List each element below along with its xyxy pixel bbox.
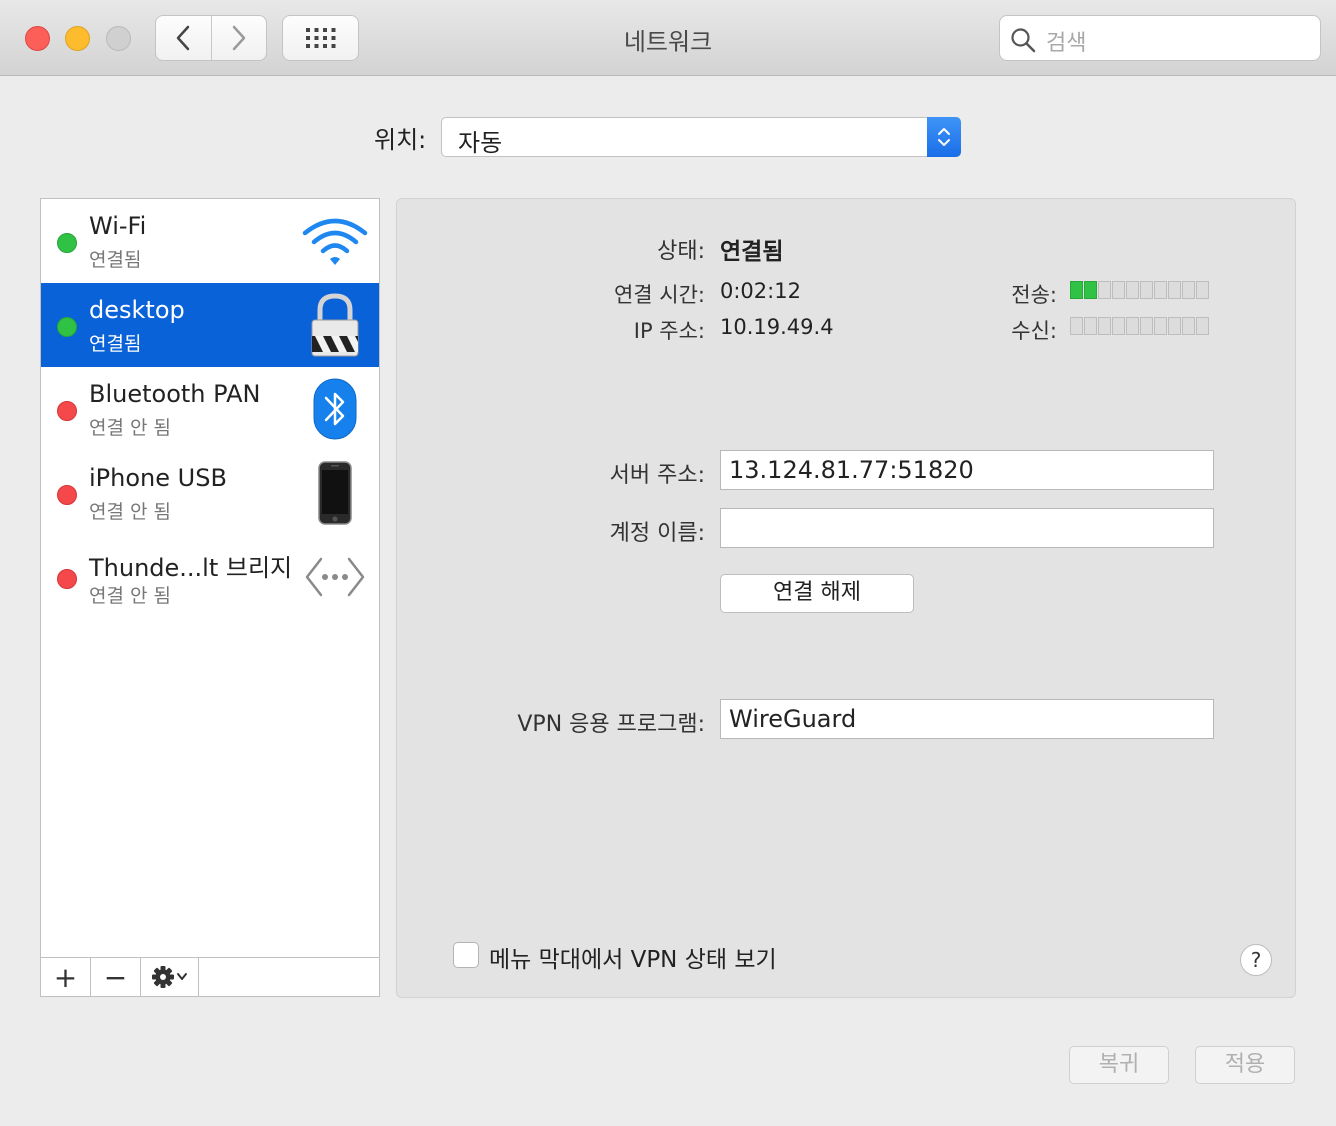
receive-meter: [1070, 317, 1210, 335]
meter-segment: [1196, 281, 1209, 299]
status-dot: [57, 317, 77, 337]
meter-segment: [1098, 281, 1111, 299]
account-name-label: 계정 이름:: [609, 521, 705, 546]
meter-segment: [1154, 317, 1167, 335]
send-meter: [1070, 281, 1210, 299]
search-input[interactable]: 검색: [999, 15, 1321, 61]
meter-segment: [1112, 281, 1125, 299]
apply-button[interactable]: 적용: [1195, 1046, 1295, 1084]
server-address-field[interactable]: 13.124.81.77:51820: [720, 450, 1214, 490]
service-status: 연결 안 됨: [89, 585, 171, 607]
ip-address-value: 10.19.49.4: [720, 315, 834, 339]
vpn-detail-panel: 상태: 연결됨 연결 시간: 0:02:12 IP 주소: 10.19.49.4…: [396, 198, 1296, 998]
account-name-field[interactable]: [720, 508, 1214, 548]
vpn-app-field[interactable]: WireGuard: [720, 699, 1214, 739]
revert-button[interactable]: 복귀: [1069, 1046, 1169, 1084]
disconnect-button[interactable]: 연결 해제: [720, 574, 914, 613]
service-status: 연결 안 됨: [89, 501, 171, 523]
meter-segment: [1126, 281, 1139, 299]
meter-segment: [1182, 317, 1195, 335]
service-item-wifi[interactable]: Wi-Fi 연결됨: [41, 199, 379, 283]
service-status: 연결됨: [89, 333, 142, 355]
meter-segment: [1168, 281, 1181, 299]
service-status: 연결 안 됨: [89, 417, 171, 439]
send-label: 전송:: [1011, 283, 1057, 307]
service-list-toolbar: + −: [40, 957, 380, 997]
status-dot: [57, 485, 77, 505]
search-placeholder: 검색: [1046, 31, 1087, 56]
status-dot: [57, 569, 77, 589]
add-service-button[interactable]: +: [41, 958, 91, 996]
connect-time-value: 0:02:12: [720, 279, 801, 303]
service-name: desktop: [89, 296, 185, 324]
bridge-icon: [301, 543, 369, 611]
bluetooth-icon: [301, 375, 369, 443]
help-button[interactable]: ?: [1240, 944, 1272, 976]
service-name: Wi-Fi: [89, 212, 147, 240]
service-item-iphone-usb[interactable]: iPhone USB 연결 안 됨: [41, 451, 379, 535]
service-name: Bluetooth PAN: [89, 380, 261, 408]
lock-icon: [301, 291, 369, 359]
status-dot: [57, 233, 77, 253]
location-label: 위치:: [374, 126, 427, 154]
meter-segment: [1126, 317, 1139, 335]
meter-segment: [1196, 317, 1209, 335]
service-item-thunderbolt-bridge[interactable]: Thunde...lt 브리지 연결 안 됨: [41, 535, 379, 619]
service-name: Thunde...lt 브리지: [89, 554, 293, 582]
title-bar: 네트워크 검색: [0, 0, 1336, 76]
service-name: iPhone USB: [89, 464, 227, 492]
meter-segment: [1070, 281, 1083, 299]
meter-segment: [1084, 281, 1097, 299]
wifi-icon: [301, 207, 369, 275]
meter-segment: [1070, 317, 1083, 335]
service-item-bluetooth-pan[interactable]: Bluetooth PAN 연결 안 됨: [41, 367, 379, 451]
meter-segment: [1084, 317, 1097, 335]
status-dot: [57, 401, 77, 421]
search-icon: [1011, 28, 1036, 53]
updown-chevron-icon: [927, 117, 961, 157]
show-vpn-status-label: 메뉴 막대에서 VPN 상태 보기: [489, 947, 777, 973]
ip-address-label: IP 주소:: [633, 319, 705, 343]
service-status: 연결됨: [89, 249, 142, 271]
connect-time-label: 연결 시간:: [613, 283, 705, 307]
meter-segment: [1140, 281, 1153, 299]
iphone-icon: [301, 459, 369, 527]
vpn-app-label: VPN 응용 프로그램:: [517, 712, 705, 737]
location-value: 자동: [458, 129, 503, 157]
meter-segment: [1112, 317, 1125, 335]
remove-service-button[interactable]: −: [91, 958, 141, 996]
meter-segment: [1182, 281, 1195, 299]
server-address-label: 서버 주소:: [609, 463, 705, 488]
meter-segment: [1154, 281, 1167, 299]
receive-label: 수신:: [1011, 319, 1057, 343]
location-select[interactable]: 자동: [441, 117, 961, 157]
gear-icon: [151, 966, 187, 988]
status-label: 상태:: [657, 239, 705, 264]
service-list: Wi-Fi 연결됨 desktop 연결됨 Bluetooth PAN 연결 안…: [40, 198, 380, 958]
meter-segment: [1168, 317, 1181, 335]
action-menu-button[interactable]: [141, 958, 199, 996]
status-value: 연결됨: [720, 239, 784, 265]
meter-segment: [1098, 317, 1111, 335]
show-vpn-status-checkbox[interactable]: [453, 942, 479, 968]
network-preferences-window: 네트워크 검색 위치: 자동 Wi-Fi 연결됨 desktop 연결됨 Blu…: [0, 0, 1336, 1126]
service-item-desktop[interactable]: desktop 연결됨: [41, 283, 379, 367]
meter-segment: [1140, 317, 1153, 335]
